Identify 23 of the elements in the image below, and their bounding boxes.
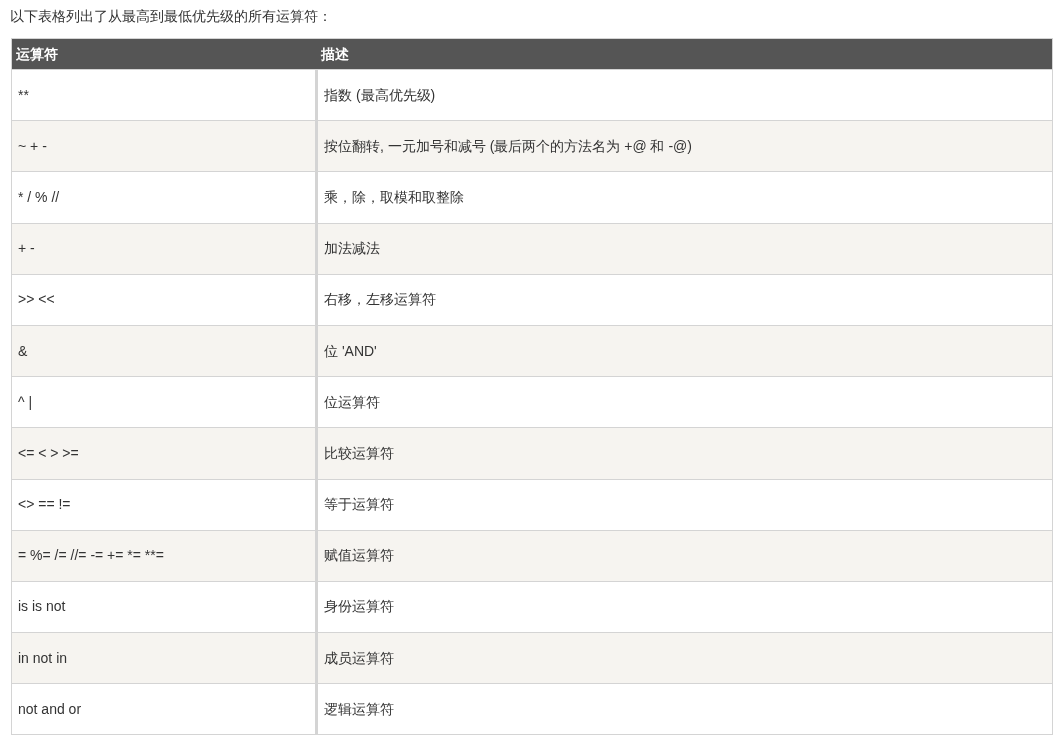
column-header: 描述 [316, 38, 1053, 70]
table-cell: 赋值运算符 [316, 530, 1053, 582]
table-cell: & [11, 325, 317, 377]
table-cell: 身份运算符 [316, 581, 1053, 633]
table-cell: 等于运算符 [316, 479, 1053, 531]
table-cell: = %= /= //= -= += *= **= [11, 530, 317, 582]
table-cell: + - [11, 223, 317, 275]
table-cell: <= < > >= [11, 427, 317, 479]
table-cell: 成员运算符 [316, 632, 1053, 684]
table-cell: 指数 (最高优先级) [316, 69, 1053, 121]
intro-text: 以下表格列出了从最高到最低优先级的所有运算符： [10, 7, 333, 26]
table-cell: 加法减法 [316, 223, 1053, 275]
table-cell: 按位翻转, 一元加号和减号 (最后两个的方法名为 +@ 和 -@) [316, 120, 1053, 172]
column-header: 运算符 [11, 38, 317, 70]
table-cell: 位运算符 [316, 376, 1053, 428]
table-cell: 位 'AND' [316, 325, 1053, 377]
table-cell: ~ + - [11, 120, 317, 172]
table-cell: 逻辑运算符 [316, 683, 1053, 735]
table-cell: 右移，左移运算符 [316, 274, 1053, 326]
table-cell: 乘，除，取模和取整除 [316, 171, 1053, 224]
table-cell: in not in [11, 632, 317, 684]
table-cell: 比较运算符 [316, 427, 1053, 479]
table-cell: not and or [11, 683, 317, 735]
